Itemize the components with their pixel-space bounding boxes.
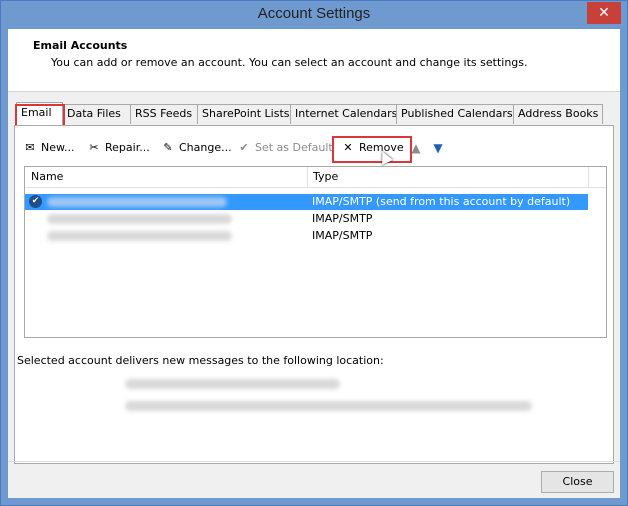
new-button-label: New... <box>41 141 75 154</box>
arrow-up-icon: ▲ <box>411 141 421 155</box>
default-account-check-icon: ✔ <box>29 195 42 208</box>
tab-published-calendars[interactable]: Published Calendars <box>396 104 518 124</box>
account-row[interactable]: IMAP/SMTP <box>25 211 588 227</box>
account-type: IMAP/SMTP <box>312 229 373 242</box>
footer-divider <box>8 461 620 462</box>
new-mail-icon: ✉ <box>25 141 35 154</box>
repair-button[interactable]: ✂ Repair... <box>85 138 150 158</box>
dialog-header: Email Accounts You can add or remove an … <box>8 29 620 92</box>
change-button-label: Change... <box>179 141 232 154</box>
account-row[interactable]: IMAP/SMTP <box>25 228 588 244</box>
account-type: IMAP/SMTP (send from this account by def… <box>312 195 571 208</box>
set-as-default-button[interactable]: ✔ Set as Default <box>235 138 333 158</box>
tab-rss-feeds[interactable]: RSS Feeds <box>130 104 201 124</box>
account-type: IMAP/SMTP <box>312 212 373 225</box>
redacted-delivery-path <box>125 401 532 411</box>
tab-email[interactable]: Email <box>16 102 63 125</box>
redacted-account-name <box>47 231 232 241</box>
close-window-button[interactable]: ✕ <box>587 2 621 24</box>
check-circle-icon: ✔ <box>239 141 249 154</box>
title-bar[interactable]: Account Settings ✕ <box>1 1 627 29</box>
column-divider[interactable] <box>588 167 589 187</box>
close-button[interactable]: Close <box>541 471 614 493</box>
tab-address-books[interactable]: Address Books <box>513 104 603 124</box>
redacted-account-name <box>47 197 227 207</box>
column-divider[interactable] <box>307 167 308 187</box>
account-row[interactable]: ✔ IMAP/SMTP (send from this account by d… <box>25 194 588 210</box>
email-tab-panel: ✉ New... ✂ Repair... ✎ Change... ✔ Set as De… <box>14 125 614 464</box>
column-header-name[interactable]: Name <box>31 170 63 183</box>
redacted-delivery-location <box>125 379 340 389</box>
tab-data-files[interactable]: Data Files <box>62 104 132 124</box>
tab-internet-calendars[interactable]: Internet Calendars <box>290 104 400 124</box>
remove-x-icon: ✕ <box>343 141 353 154</box>
list-header: Name Type <box>25 167 606 188</box>
remove-button[interactable]: ✕ Remove <box>339 138 403 158</box>
set-default-button-label: Set as Default <box>255 141 333 154</box>
header-title: Email Accounts <box>33 39 128 52</box>
move-up-button[interactable]: ▲ <box>407 138 427 158</box>
change-settings-icon: ✎ <box>163 141 173 154</box>
dialog-client: Email Accounts You can add or remove an … <box>8 29 620 498</box>
redacted-account-name <box>47 214 232 224</box>
window-title: Account Settings <box>257 5 371 22</box>
repair-button-label: Repair... <box>105 141 150 154</box>
change-button[interactable]: ✎ Change... <box>159 138 232 158</box>
account-settings-window: Account Settings ✕ Email Accounts You ca… <box>0 0 628 506</box>
new-account-button[interactable]: ✉ New... <box>21 138 74 158</box>
tools-icon: ✂ <box>89 141 99 154</box>
column-header-type[interactable]: Type <box>313 170 338 183</box>
arrow-down-icon: ▼ <box>433 141 443 155</box>
move-down-button[interactable]: ▼ <box>429 138 449 158</box>
accounts-list[interactable]: Name Type ✔ IMAP/SMTP (send from this ac… <box>24 166 607 338</box>
tab-sharepoint-lists[interactable]: SharePoint Lists <box>197 104 295 124</box>
header-description: You can add or remove an account. You ca… <box>51 56 528 69</box>
delivery-location-label: Selected account delivers new messages t… <box>17 354 384 367</box>
